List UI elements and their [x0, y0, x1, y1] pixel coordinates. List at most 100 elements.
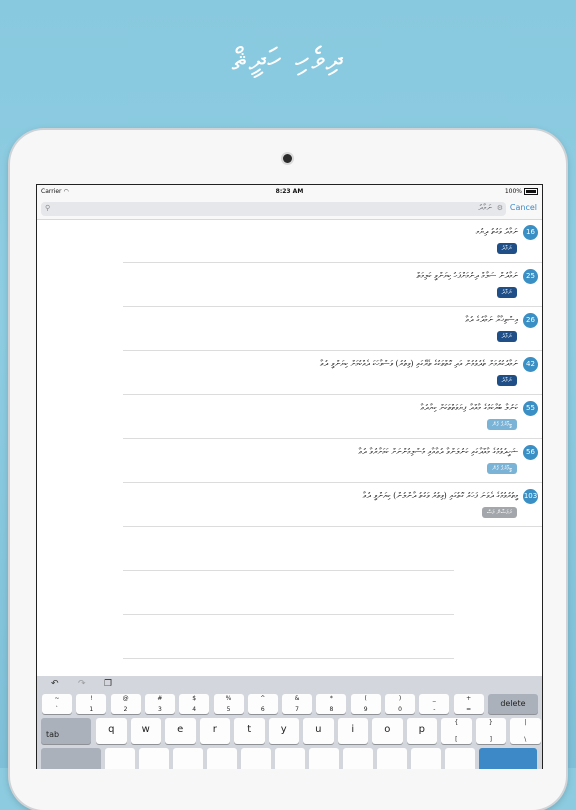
key[interactable] — [309, 748, 339, 769]
key[interactable]: | \ — [510, 718, 541, 744]
key-shift-label: ~ — [54, 695, 60, 702]
list-item[interactable]: 103 މީތުރުވުމުގެ ދެވަނަ ފަހަރު ގޮތުގައި (… — [37, 483, 542, 527]
key-shift-label: % — [225, 695, 232, 702]
key[interactable] — [479, 748, 537, 769]
key-shift-label: } — [488, 719, 493, 726]
key[interactable] — [445, 748, 475, 769]
category-tag[interactable]: ނަމާދު — [496, 331, 517, 342]
key-shift-label: { — [454, 719, 459, 726]
cancel-button[interactable]: Cancel — [510, 203, 537, 212]
battery-indicator: 100% — [505, 188, 538, 195]
category-tag[interactable]: ބީމާރުގެ ގެން — [487, 463, 517, 474]
key-label: r — [212, 724, 217, 735]
key-shift-label: | — [524, 719, 527, 726]
category-tag[interactable]: ނަމާދު — [496, 287, 517, 298]
key-label: 6 — [260, 706, 265, 713]
key-label: 2 — [123, 706, 128, 713]
hadith-title: ނަމާދުކުރުމަށް ތެދުވުމުން އަދި ގޮތްތަކުގ… — [319, 359, 518, 368]
key-label: \ — [524, 736, 527, 743]
letter-key[interactable]: r — [199, 718, 230, 744]
key[interactable]: ~ ` — [42, 694, 72, 714]
key-label: 4 — [192, 706, 197, 713]
redo-icon[interactable]: ↷ — [78, 679, 86, 689]
key[interactable]: ^ 6 — [247, 694, 278, 714]
list-item[interactable]: 16 ނަމާދު ވަގުތު ދިޔުމ ނަމާދު — [37, 219, 542, 263]
list-item[interactable]: 56 ޝަހީދުވުމުގެ މާއްދާގައި ކަނުލަންވާ ދުޢ… — [37, 439, 542, 483]
key-label: 0 — [398, 706, 402, 713]
key[interactable]: ) 0 — [385, 694, 415, 714]
key-label: p — [418, 724, 425, 735]
hadith-title: ނަމާދުން ސަލާމް ދިނުމަށްފަހު ކިޔަންވީ ކަ… — [416, 271, 518, 280]
letter-key[interactable]: y — [268, 718, 299, 744]
letter-key[interactable]: i — [337, 718, 368, 744]
key-label: 5 — [226, 706, 231, 713]
key-shift-label: * — [329, 695, 333, 702]
tab-key-label: tab — [46, 730, 60, 739]
hadith-number-badge: 42 — [523, 357, 538, 372]
undo-icon[interactable]: ↶ — [51, 679, 59, 689]
key-label: y — [280, 724, 287, 735]
key[interactable] — [105, 748, 135, 769]
key-label: [ — [455, 736, 458, 743]
hadith-number-badge: 26 — [523, 313, 538, 328]
key[interactable]: & 7 — [282, 694, 313, 714]
letter-key[interactable]: u — [303, 718, 334, 744]
key[interactable]: $4 — [179, 694, 210, 714]
list-item[interactable]: 25 ނަމާދުން ސަލާމް ދިނުމަށްފަހު ކިޔަންވީ … — [37, 263, 542, 307]
search-icon: ⚲ — [45, 204, 51, 212]
key[interactable] — [275, 748, 305, 769]
key[interactable]: #3 — [144, 694, 175, 714]
letter-key[interactable]: o — [372, 718, 403, 744]
key[interactable] — [207, 748, 237, 769]
key[interactable] — [343, 748, 373, 769]
battery-percent: 100% — [504, 188, 522, 195]
letter-key[interactable]: w — [130, 718, 161, 744]
key[interactable] — [411, 748, 441, 769]
key[interactable]: + = — [453, 694, 484, 714]
key[interactable] — [241, 748, 271, 769]
list-item[interactable]: 26 އިސްތިޚާރާ ނަމާދުގެ ދުޢާ ނަމާދު — [37, 307, 542, 351]
key-shift-label: ! — [90, 695, 93, 702]
gear-icon[interactable]: ⚙ — [497, 204, 503, 212]
row-divider — [123, 658, 454, 659]
key-shift-label: ) — [398, 695, 402, 702]
search-input[interactable]: ⚲ ނަމާދު ⚙ — [41, 202, 506, 216]
category-tag[interactable]: ނަމާދު — [496, 243, 517, 254]
letter-key[interactable]: t — [234, 718, 265, 744]
key[interactable] — [41, 748, 101, 769]
hadith-title: އިސްތިޚާރާ ނަމާދުގެ ދުޢާ — [465, 315, 518, 324]
key[interactable]: (9 — [350, 694, 381, 714]
letter-key[interactable]: q — [96, 718, 127, 744]
list-item[interactable]: 55 ކަނުލާ ބުރާކަމުގެ މާއްދާ ފިޔަވަތްތަކަށ… — [37, 395, 542, 439]
key[interactable]: }] — [475, 718, 506, 744]
key-shift-label: & — [294, 695, 300, 702]
delete-key-label: delete — [500, 699, 526, 708]
delete-key[interactable]: delete — [487, 694, 538, 714]
key[interactable]: _ - — [419, 694, 450, 714]
key-label: e — [177, 724, 184, 735]
list-item[interactable]: 42 ނަމާދުކުރުމަށް ތެދުވުމުން އަދި ގޮތްތަކ… — [37, 351, 542, 395]
key[interactable] — [377, 748, 407, 769]
key[interactable]: ! 1 — [76, 694, 107, 714]
battery-icon — [524, 188, 538, 195]
tab-key[interactable]: tab — [41, 718, 91, 744]
key[interactable]: * 8 — [316, 694, 347, 714]
key-label: ] — [489, 736, 492, 743]
category-tag[interactable]: ރަމަޟާން މަސް — [481, 507, 517, 518]
letter-key[interactable]: e — [165, 718, 196, 744]
empty-row — [37, 571, 542, 615]
key-label: i — [351, 724, 355, 735]
letter-key[interactable]: p — [406, 718, 437, 744]
key[interactable] — [173, 748, 203, 769]
key[interactable]: % 5 — [213, 694, 244, 714]
key[interactable]: @2 — [110, 694, 141, 714]
category-tag[interactable]: ބީމާރުގެ ގެން — [487, 419, 517, 430]
key[interactable]: {[ — [441, 718, 472, 744]
search-bar: ⚲ ނަމާދު ⚙ Cancel — [37, 199, 542, 220]
key[interactable] — [139, 748, 169, 769]
category-tag[interactable]: ނަމާދު — [496, 375, 517, 386]
key-shift-label: ^ — [260, 695, 266, 702]
key-shift-label: @ — [122, 695, 129, 702]
key-label: u — [315, 724, 322, 735]
paste-icon[interactable]: ❐ — [104, 679, 112, 689]
